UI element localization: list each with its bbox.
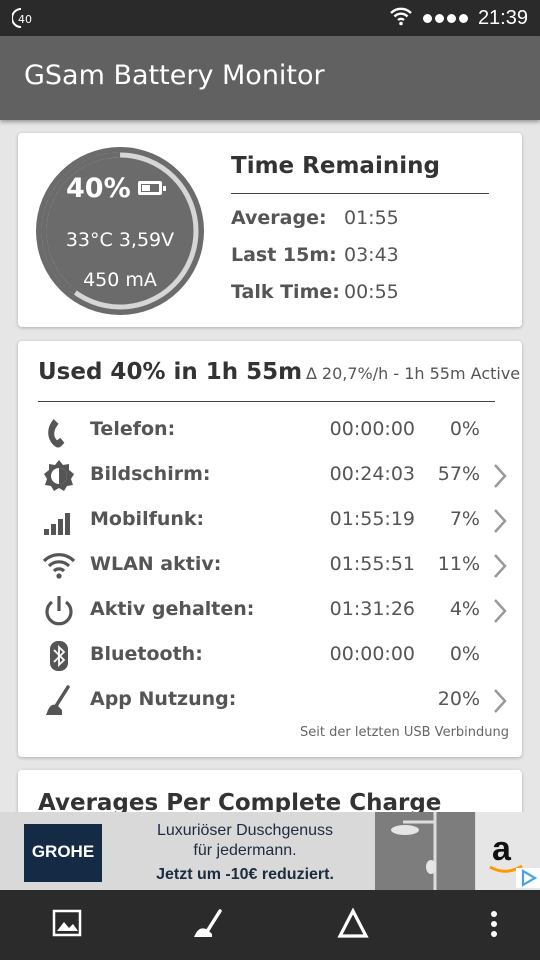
time-remaining-title: Time Remaining [231, 153, 440, 179]
ad-text-line2: für jedermann. [193, 842, 297, 859]
divider [38, 401, 495, 402]
status-bar: 40 21:39 [0, 0, 540, 36]
chevron-right-icon[interactable] [492, 553, 508, 579]
app-bar: GSam Battery Monitor [0, 36, 540, 120]
battery-summary-card[interactable]: 40% 33°C 3,59V 450 mA Time Remaining Ave… [18, 133, 522, 327]
usage-row-bluetooth[interactable]: Bluetooth: 00:00:00 0% [18, 635, 522, 675]
chevron-right-icon[interactable] [492, 508, 508, 534]
usage-card: Used 40% in 1h 55m ∆ 20,7%/h - 1h 55m Act… [18, 341, 522, 757]
grohe-logo: GROHE [24, 824, 102, 882]
ad-text-line1: Luxuriöser Duschgenuss [156, 822, 334, 839]
power-icon [45, 596, 73, 626]
usage-row-wlan[interactable]: WLAN aktiv: 01:55:51 11% [18, 545, 522, 585]
image-icon[interactable] [50, 906, 86, 942]
app-title: GSam Battery Monitor [24, 60, 325, 91]
usage-row-aktiv-gehalten[interactable]: Aktiv gehalten: 01:31:26 4% [18, 590, 522, 630]
bottom-nav [0, 890, 540, 960]
notification-badge-icon: 40 [11, 6, 38, 30]
ad-text-line3: Jetzt um -10€ reduziert. [156, 866, 334, 883]
usage-rate: ∆ 20,7%/h - 1h 55m Active [306, 364, 521, 383]
wifi-icon [42, 553, 76, 579]
cell-signal-icon [44, 513, 70, 535]
current-draw: 450 mA [83, 269, 157, 291]
signal-dots-icon [422, 13, 468, 23]
battery-percent: 40% [66, 173, 131, 204]
more-vert-icon[interactable] [476, 906, 512, 942]
usage-footnote: Seit der letzten USB Verbindung [300, 725, 509, 740]
app-usage-icon [46, 685, 70, 715]
phone-icon [48, 419, 65, 448]
app-usage-icon[interactable] [190, 906, 226, 942]
usage-row-telefon[interactable]: Telefon: 00:00:00 0% [18, 410, 522, 450]
divider [231, 193, 489, 194]
adchoices-icon[interactable] [516, 868, 540, 888]
bluetooth-icon [50, 641, 68, 671]
clock: 21:39 [477, 6, 528, 29]
temp-voltage: 33°C 3,59V [65, 229, 175, 251]
chevron-right-icon[interactable] [492, 463, 508, 489]
chevron-right-icon[interactable] [492, 598, 508, 624]
usage-row-app-nutzung[interactable]: App Nutzung: 20% [18, 680, 522, 720]
svg-text:40: 40 [18, 13, 32, 26]
usage-row-mobilfunk[interactable]: Mobilfunk: 01:55:19 7% [18, 500, 522, 540]
chevron-right-icon[interactable] [492, 688, 508, 714]
svg-text:a: a [492, 830, 512, 868]
usage-headline: Used 40% in 1h 55m ∆ 20,7%/h - 1h 55m Act… [38, 359, 521, 385]
usage-row-bildschirm[interactable]: Bildschirm: 00:24:03 57% [18, 455, 522, 495]
wifi-icon [389, 6, 413, 30]
shower-image [375, 812, 475, 890]
brightness-icon [44, 460, 74, 491]
delta-icon[interactable] [335, 906, 371, 942]
ad-banner[interactable]: GROHE Luxuriöser Duschgenuss für jederma… [0, 812, 540, 890]
battery-icon [138, 181, 166, 195]
